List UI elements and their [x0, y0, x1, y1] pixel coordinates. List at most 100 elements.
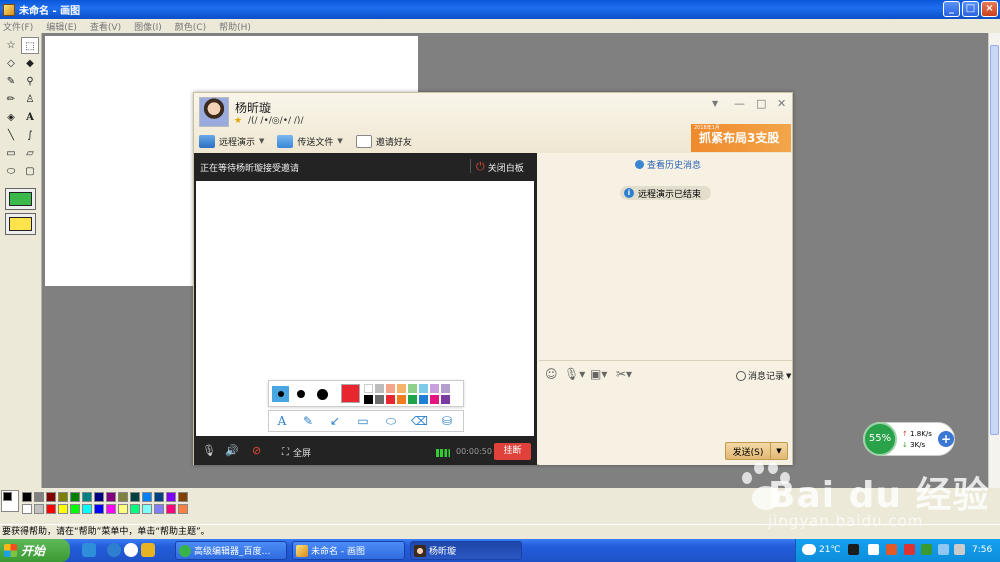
ad-banner[interactable]: 2018年1月 抓紧布局3支股: [691, 124, 791, 152]
weather-icon[interactable]: [802, 544, 816, 555]
whiteboard-swatch[interactable]: [441, 384, 450, 393]
minimize-button[interactable]: _: [943, 1, 960, 17]
whiteboard-swatch[interactable]: [375, 384, 384, 393]
palette-swatch[interactable]: [82, 504, 92, 514]
current-colors[interactable]: [1, 490, 19, 512]
palette-swatch[interactable]: [58, 492, 68, 502]
speaker-icon[interactable]: 🔊: [225, 444, 239, 457]
send-file-button[interactable]: 传送文件 ▼: [277, 134, 343, 148]
task-paint[interactable]: 未命名 - 画图: [292, 541, 405, 560]
image-icon[interactable]: ▣▾: [590, 367, 607, 381]
palette-swatch[interactable]: [142, 492, 152, 502]
fullscreen-button[interactable]: ⛶ 全屏: [282, 446, 311, 459]
palette-swatch[interactable]: [46, 504, 56, 514]
arrow-icon[interactable]: ↙: [327, 414, 343, 429]
polygon-icon[interactable]: ▱: [21, 145, 39, 162]
brush-large-icon[interactable]: [317, 389, 328, 400]
message-record-button[interactable]: 消息记录 ▼: [736, 369, 791, 382]
menu-colors[interactable]: 颜色(C): [175, 20, 206, 33]
chevron-down-icon[interactable]: ▼: [712, 99, 718, 108]
view-history-link[interactable]: 查看历史消息: [635, 158, 701, 171]
qq-tray-icon[interactable]: [904, 544, 915, 555]
tool-option-opaque[interactable]: [5, 188, 36, 210]
360-browser-icon[interactable]: [124, 543, 138, 557]
palette-swatch[interactable]: [70, 492, 80, 502]
whiteboard-swatch[interactable]: [419, 384, 428, 393]
security-icon[interactable]: [921, 544, 932, 555]
text-tool-icon[interactable]: A: [274, 414, 290, 429]
palette-swatch[interactable]: [22, 492, 32, 502]
camera-off-icon[interactable]: ⊘: [252, 444, 261, 457]
whiteboard-swatch[interactable]: [430, 395, 439, 404]
airbrush-icon[interactable]: ◈: [2, 109, 20, 126]
maximize-button[interactable]: □: [962, 1, 979, 17]
ime-icon[interactable]: [848, 544, 859, 555]
palette-swatch[interactable]: [178, 492, 188, 502]
palette-swatch[interactable]: [58, 504, 68, 514]
accelerate-button[interactable]: +: [938, 431, 954, 447]
palette-swatch[interactable]: [166, 492, 176, 502]
hangup-button[interactable]: 挂断: [494, 443, 531, 460]
task-qq-chat[interactable]: 杨昕璇: [410, 541, 522, 560]
invite-friend-button[interactable]: 邀请好友: [355, 134, 412, 148]
eraser-icon[interactable]: ◇: [2, 55, 20, 72]
whiteboard-swatch[interactable]: [397, 395, 406, 404]
menu-view[interactable]: 查看(V): [90, 20, 121, 33]
network-speed-widget[interactable]: 55% ↑ 1.8K/s ↓ 3K/s +: [863, 422, 955, 456]
whiteboard-swatch[interactable]: [441, 395, 450, 404]
vertical-scrollbar[interactable]: [988, 33, 1000, 488]
qq-maximize-icon[interactable]: □: [756, 97, 766, 110]
whiteboard-swatch[interactable]: [386, 395, 395, 404]
rectangle-icon[interactable]: ▭: [2, 145, 20, 162]
color-picker-icon[interactable]: ✎: [2, 73, 20, 90]
ellipse-icon[interactable]: ⬭: [383, 414, 399, 429]
palette-swatch[interactable]: [34, 492, 44, 502]
help-icon[interactable]: [868, 544, 879, 555]
remote-demo-button[interactable]: 远程演示 ▼: [199, 134, 264, 148]
palette-swatch[interactable]: [118, 504, 128, 514]
network-icon[interactable]: [938, 544, 949, 555]
palette-swatch[interactable]: [166, 504, 176, 514]
whiteboard-swatch[interactable]: [408, 384, 417, 393]
start-button[interactable]: 开始: [0, 539, 70, 562]
palette-swatch[interactable]: [94, 492, 104, 502]
menu-edit[interactable]: 编辑(E): [46, 20, 77, 33]
whiteboard-swatch[interactable]: [364, 395, 373, 404]
tray-app-icon[interactable]: [886, 544, 897, 555]
whiteboard-canvas[interactable]: A ✎ ↙ ▭ ⬭ ⌫ ⛁: [196, 181, 534, 436]
rectangle-icon[interactable]: ▭: [355, 414, 371, 429]
quick-launch-icon[interactable]: [82, 543, 96, 557]
palette-swatch[interactable]: [82, 492, 92, 502]
avatar[interactable]: [199, 97, 229, 127]
magnifier-icon[interactable]: ⚲: [21, 73, 39, 90]
pen-icon[interactable]: ✎: [300, 414, 316, 429]
palette-swatch[interactable]: [22, 504, 32, 514]
palette-swatch[interactable]: [142, 504, 152, 514]
voice-icon[interactable]: 🎙▾: [564, 367, 585, 381]
palette-swatch[interactable]: [106, 492, 116, 502]
palette-swatch[interactable]: [118, 492, 128, 502]
rounded-rect-icon[interactable]: ▢: [21, 163, 39, 180]
paint-title-bar[interactable]: 未命名 - 画图 _ □ ×: [0, 0, 1000, 19]
qq-quick-icon[interactable]: [141, 543, 155, 557]
task-browser[interactable]: 高级编辑器_百度…: [175, 541, 287, 560]
palette-swatch[interactable]: [34, 504, 44, 514]
line-icon[interactable]: ╲: [2, 127, 20, 144]
ie-icon[interactable]: [107, 543, 121, 557]
brush-icon[interactable]: ♙: [21, 91, 39, 108]
microphone-icon[interactable]: 🎙: [202, 444, 216, 457]
palette-swatch[interactable]: [154, 504, 164, 514]
close-button[interactable]: ×: [981, 1, 998, 17]
whiteboard-swatch[interactable]: [419, 395, 428, 404]
whiteboard-swatch[interactable]: [364, 384, 373, 393]
free-select-icon[interactable]: ☆: [2, 37, 20, 54]
menu-help[interactable]: 帮助(H): [219, 20, 251, 33]
clock[interactable]: 7:56: [972, 545, 992, 555]
palette-swatch[interactable]: [46, 492, 56, 502]
save-icon[interactable]: ⛁: [439, 414, 455, 429]
menu-file[interactable]: 文件(F): [3, 20, 33, 33]
brush-medium-icon[interactable]: [297, 390, 305, 398]
tool-option-transparent[interactable]: [5, 213, 36, 235]
palette-swatch[interactable]: [94, 504, 104, 514]
ellipse-icon[interactable]: ⬭: [2, 163, 20, 180]
